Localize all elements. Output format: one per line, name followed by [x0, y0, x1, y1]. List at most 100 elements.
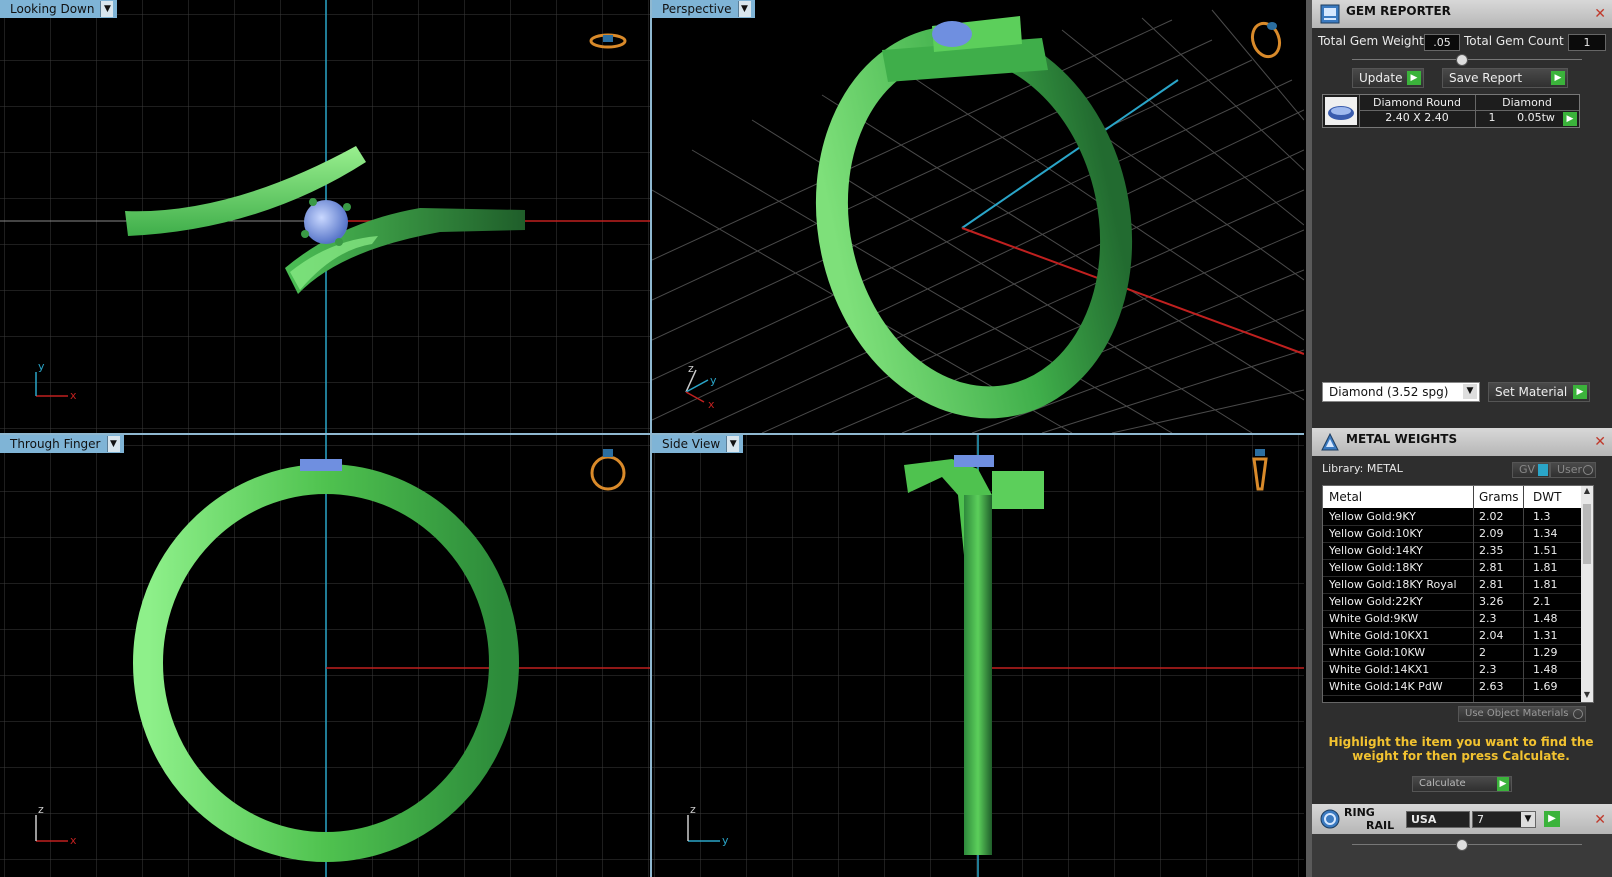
dwt-cell: 1.3	[1533, 510, 1551, 523]
column-dwt[interactable]: DWT	[1533, 490, 1561, 504]
table-row[interactable]: White Gold:10KX1 2.04 1.31	[1323, 627, 1581, 645]
metal-table-scrollbar[interactable]: ▲ ▼	[1581, 486, 1593, 702]
dwt-cell: 1.81	[1533, 578, 1558, 591]
use-object-materials-label: Use Object Materials	[1465, 708, 1569, 719]
column-grams[interactable]: Grams	[1479, 490, 1519, 504]
viewport-side-view[interactable]: z y Side View ▼	[652, 435, 1304, 877]
play-icon[interactable]: ▶	[1563, 112, 1577, 126]
metal-name-cell: Yellow Gold:18KY Royal	[1329, 578, 1457, 591]
gem-size: 2.40 X 2.40	[1385, 111, 1449, 124]
grams-cell: 2.3	[1479, 612, 1497, 625]
table-row[interactable]: White Gold:14K PdW 2.63 1.69	[1323, 678, 1581, 696]
gem-list[interactable]: Diamond Round Diamond 2.40 X 2.40 1 0.05…	[1322, 94, 1580, 128]
chevron-down-icon[interactable]: ▼	[1581, 690, 1593, 702]
gem-shape: Diamond Round	[1373, 96, 1461, 109]
dwt-cell: 1.31	[1533, 629, 1558, 642]
chevron-down-icon[interactable]: ▼	[100, 1, 114, 17]
splitter-knob[interactable]	[1456, 54, 1468, 66]
gem-reporter-title: GEM REPORTER	[1346, 4, 1451, 18]
viewport-label: Looking Down	[10, 2, 95, 16]
use-object-materials-toggle[interactable]: Use Object Materials	[1458, 706, 1586, 722]
svg-text:x: x	[70, 389, 77, 402]
splitter-knob[interactable]	[1456, 839, 1468, 851]
chevron-down-icon[interactable]: ▼	[106, 436, 120, 452]
grams-cell: 2.81	[1479, 578, 1504, 591]
viewport-divider-vertical[interactable]	[650, 0, 652, 877]
calculate-button[interactable]: Calculate ▶	[1412, 776, 1512, 792]
ring-rail-title: RING RAIL	[1344, 806, 1394, 832]
grams-cell: 2.04	[1479, 629, 1504, 642]
table-row[interactable]: White Gold:9KW 2.3 1.48	[1323, 610, 1581, 628]
metal-weights-icon	[1321, 432, 1339, 451]
table-row[interactable]: Yellow Gold:18KY Royal 2.81 1.81	[1323, 576, 1581, 594]
svg-text:y: y	[710, 374, 717, 387]
viewport-divider-horizontal[interactable]	[0, 433, 1304, 435]
dwt-cell: 1.34	[1533, 527, 1558, 540]
grams-cell: 2.3	[1479, 663, 1497, 676]
metal-name-cell: White Gold:10KX1	[1329, 629, 1430, 642]
dwt-cell: 1.81	[1533, 561, 1558, 574]
viewport-menu-looking-down[interactable]: Looking Down ▼	[0, 0, 118, 18]
ring-shank	[964, 495, 992, 855]
table-row[interactable]: Yellow Gold:22KY 3.26 2.1	[1323, 593, 1581, 611]
play-icon: ▶	[1497, 777, 1509, 791]
dwt-cell: 2.1	[1533, 595, 1551, 608]
save-report-button[interactable]: Save Report ▶	[1442, 68, 1568, 88]
ring-orientation-icon	[1250, 21, 1282, 59]
metal-table[interactable]: Metal Grams DWT Yellow Gold:9KY 2.02 1.3 Ye…	[1322, 485, 1594, 703]
column-metal[interactable]: Metal	[1329, 490, 1362, 504]
close-icon[interactable]: ✕	[1594, 812, 1606, 828]
ring-standard-field[interactable]: USA	[1406, 811, 1470, 828]
ring-size-select[interactable]: 7 ▼	[1472, 811, 1536, 828]
table-row[interactable]: White Gold:10KW 2 1.29	[1323, 644, 1581, 662]
metal-weights-header: METAL WEIGHTS ✕	[1312, 428, 1612, 456]
library-label: Library: METAL	[1322, 462, 1403, 475]
metal-name-cell: Yellow Gold:22KY	[1329, 595, 1423, 608]
total-gem-count-field[interactable]: 1	[1568, 34, 1606, 51]
looking-down-scene: y x	[0, 0, 650, 433]
viewport-perspective[interactable]: z y x Perspective ▼	[652, 0, 1304, 433]
diamond-gem	[954, 455, 994, 467]
update-button[interactable]: Update ▶	[1352, 68, 1424, 88]
total-gem-weight-label: Total Gem Weight	[1318, 34, 1424, 48]
diamond-gem	[300, 459, 342, 471]
gem-count: 1	[1488, 111, 1496, 124]
ring-size-value: 7	[1477, 813, 1484, 826]
svg-text:y: y	[38, 360, 45, 373]
table-row[interactable]: Yellow Gold:9KY 2.02 1.3	[1323, 508, 1581, 526]
dwt-cell: 1.51	[1533, 544, 1558, 557]
table-row[interactable]: Yellow Gold:10KY 2.09 1.34	[1323, 525, 1581, 543]
total-gem-weight-field[interactable]: .05	[1424, 34, 1460, 51]
svg-text:z: z	[38, 803, 44, 816]
play-icon[interactable]: ▶	[1544, 811, 1560, 827]
diamond-gem	[304, 200, 348, 244]
table-row[interactable]: Yellow Gold:14KY 2.35 1.51	[1323, 542, 1581, 560]
viewport-label: Through Finger	[10, 437, 101, 451]
user-toggle[interactable]: User	[1550, 462, 1596, 478]
table-row[interactable]: White Gold:14KX1 2.3 1.48	[1323, 661, 1581, 679]
viewport-looking-down[interactable]: y x Looking Down ▼	[0, 0, 650, 433]
chevron-down-icon[interactable]: ▼	[737, 1, 751, 17]
through-finger-scene: z x	[0, 435, 650, 877]
chevron-down-icon: ▼	[1521, 812, 1535, 827]
set-material-button[interactable]: Set Material ▶	[1488, 382, 1590, 402]
perspective-scene: z y x	[652, 9, 1304, 433]
viewport-menu-perspective[interactable]: Perspective ▼	[652, 0, 755, 18]
viewport-menu-through-finger[interactable]: Through Finger ▼	[0, 435, 124, 453]
ring-band	[815, 25, 1133, 419]
gem-weight: 0.05tw	[1517, 111, 1555, 124]
close-icon[interactable]: ✕	[1594, 434, 1606, 450]
update-label: Update	[1359, 71, 1403, 85]
viewport-menu-side-view[interactable]: Side View ▼	[652, 435, 744, 453]
close-icon[interactable]: ✕	[1594, 6, 1606, 22]
gv-toggle[interactable]: GV	[1512, 462, 1550, 478]
grams-cell: 2.63	[1479, 680, 1504, 693]
side-view-scene: z y	[652, 435, 1304, 877]
material-select[interactable]: Diamond (3.52 spg) ▼	[1322, 382, 1480, 402]
diamond-round-icon	[1325, 97, 1357, 125]
chevron-down-icon[interactable]: ▼	[726, 436, 740, 452]
chevron-up-icon[interactable]: ▲	[1581, 486, 1593, 498]
viewport-through-finger[interactable]: z x Through Finger ▼	[0, 435, 650, 877]
table-row[interactable]: Yellow Gold:18KY 2.81 1.81	[1323, 559, 1581, 577]
scrollbar-thumb[interactable]	[1583, 504, 1591, 564]
